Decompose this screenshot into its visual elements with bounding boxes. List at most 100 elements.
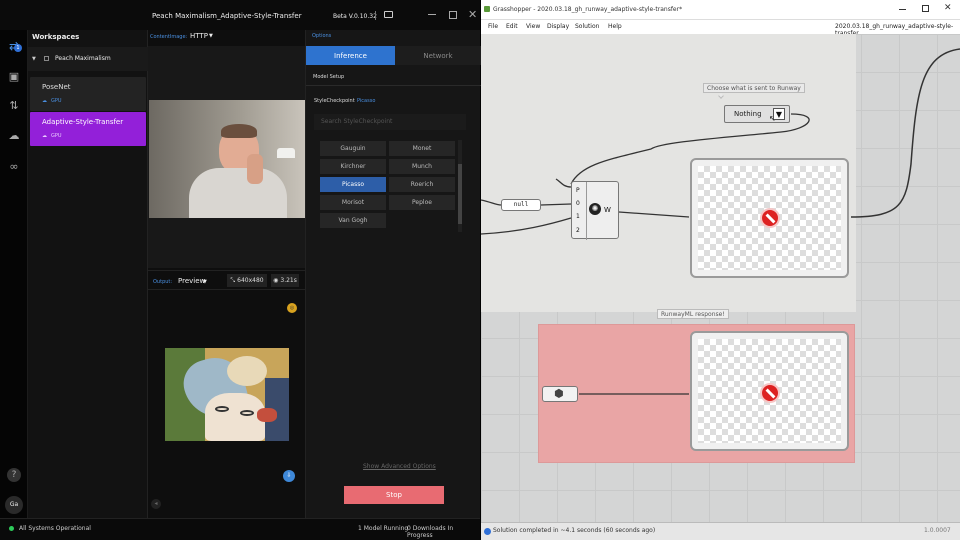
input-source-select[interactable]: HTTP [190,32,208,40]
downloads-status: 0 Downloads In Progress [407,525,454,539]
menu-help[interactable]: Help [608,23,622,30]
workspace-icon [44,56,49,61]
menu-solution[interactable]: Solution [575,23,599,30]
models-running: 1 Model Running [358,525,409,532]
gh-statusbar: Solution completed in ~4.1 seconds (60 s… [481,522,960,540]
models-cube-icon[interactable]: ▣ [6,68,22,84]
solution-status: Solution completed in ~4.1 seconds (60 s… [493,527,656,534]
workspaces-panel: Workspaces ▼ Peach Maximalism PoseNet ☁ … [28,30,148,518]
show-advanced-options-link[interactable]: Show Advanced Options [363,463,436,470]
image-viewer-bottom[interactable] [690,331,849,451]
search-placeholder: Search StyleCheckpoint [321,118,393,125]
null-panel[interactable]: null [501,199,541,211]
style-option-kirchner[interactable]: Kirchner [320,159,386,174]
window-title: Peach Maximalism_Adaptive-Style-Transfer [152,12,302,20]
hex-parameter[interactable]: ⬢ [542,386,578,402]
style-option-morisot[interactable]: Morisot [320,195,386,210]
workspace-row[interactable]: ▼ Peach Maximalism [28,47,148,71]
value-list-dropdown[interactable]: Nothing ▼ ↖ [724,105,790,123]
menu-display[interactable]: Display [547,23,569,30]
no-entry-icon [760,383,780,403]
menu-file[interactable]: File [488,23,498,30]
output-warning-icon[interactable]: ◎ [287,303,297,313]
scrollbar-track[interactable] [458,140,462,232]
wire-left-to-null [481,199,502,206]
art-shape-face [205,393,265,441]
style-option-gauguin[interactable]: Gauguin [320,141,386,156]
grasshopper-app: Grasshopper - 2020.03.18_gh_runway_adapt… [481,0,960,540]
gh-canvas[interactable]: RunwayML response! Choose what is sent t… [481,34,960,522]
runway-statusbar: All Systems Operational 1 Model Running … [0,518,480,540]
model-tile-adaptive-style-transfer[interactable]: Adaptive-Style-Transfer ☁ GPU [30,112,146,146]
style-option-picasso[interactable]: Picasso [320,177,386,192]
input-2[interactable]: 2 [576,227,580,234]
resolution-value: 640x480 [237,277,264,284]
image-viewer-top[interactable] [690,158,849,278]
download-icon[interactable]: ⇩ [283,470,295,482]
input-label: ContentImage: [150,34,188,40]
workspaces-header: Workspaces [32,33,80,41]
wire-left-to-1 [481,217,572,235]
wire-viewer-out [850,48,960,218]
tab-network[interactable]: Network [395,46,481,65]
input-1[interactable]: 1 [576,213,580,220]
notification-badge-icon: 1 [14,44,22,52]
link-icon[interactable]: ∞ [6,158,22,174]
gh-menubar: File Edit View Display Solution Help 202… [481,20,960,37]
avatar[interactable]: Ga [5,496,23,514]
stop-button[interactable]: Stop [344,486,444,504]
collapse-icon[interactable]: ◂ [151,499,161,509]
cloud-icon: ☁ [42,133,47,139]
network-icon[interactable]: ⇅ [6,97,22,113]
resolution-chip: ⤡ 640x480 [227,274,267,287]
webcam-feed-image [149,100,305,218]
maximize-icon[interactable] [922,5,929,12]
clock-icon: ◉ [273,277,279,284]
model-name: PoseNet [42,83,71,91]
menu-edit[interactable]: Edit [506,23,518,30]
close-icon[interactable]: ✕ [944,3,952,13]
minimize-icon[interactable] [899,9,906,10]
runway-app: Peach Maximalism_Adaptive-Style-Transfer… [0,0,481,540]
style-option-roerich[interactable]: Roerich [389,177,455,192]
wire-to-p [555,178,572,188]
chevron-down-icon[interactable]: ▼ [209,33,213,39]
input-p[interactable]: P [576,187,580,194]
gh-version: 1.0.0007 [924,527,951,534]
desk-lamp-shape [277,148,295,158]
options-label: Options [312,33,332,39]
style-option-peploe[interactable]: Peploe [389,195,455,210]
style-search-input[interactable]: Search StyleCheckpoint [314,114,466,130]
input-0[interactable]: 0 [576,200,580,207]
shirt-shape [189,168,287,218]
title-divider [375,11,376,20]
mouse-cursor-icon: ↖ [769,114,776,123]
chat-icon[interactable] [384,11,393,18]
style-option-monet[interactable]: Monet [389,141,455,156]
grasshopper-logo-icon [484,6,490,12]
no-entry-icon [760,208,780,228]
output-w[interactable]: W [604,206,611,214]
stylized-output-image [165,348,289,441]
art-shape-cream [227,356,267,386]
chevron-down-icon[interactable]: ▼ [203,279,207,285]
hand-shape [247,154,263,184]
tab-inference[interactable]: Inference [306,46,395,65]
scrollbar-thumb[interactable] [458,164,462,224]
model-tile-posenet[interactable]: PoseNet ☁ GPU [30,77,146,111]
status-dot-icon [9,526,14,531]
style-option-van-gogh[interactable]: Van Gogh [320,213,386,228]
system-status: All Systems Operational [19,525,91,532]
cloud-upload-icon[interactable]: ☁ [6,127,22,143]
runway-component[interactable]: P 0 1 2 ✺ W [571,181,619,240]
close-icon[interactable]: ✕ [468,8,477,21]
output-mode-select[interactable]: Preview [178,277,205,285]
maximize-icon[interactable] [449,11,457,19]
style-option-munch[interactable]: Munch [389,159,455,174]
help-icon[interactable]: ? [7,468,21,482]
minimize-icon[interactable] [428,14,436,15]
dropdown-tooltip: Choose what is sent to Runway [703,83,805,93]
version-label: Beta V.0.10.32 [333,13,377,20]
menu-view[interactable]: View [526,23,540,30]
runway-iconbar: ⇄ 1 ▣ ⇅ ☁ ∞ ? Ga [0,30,28,518]
